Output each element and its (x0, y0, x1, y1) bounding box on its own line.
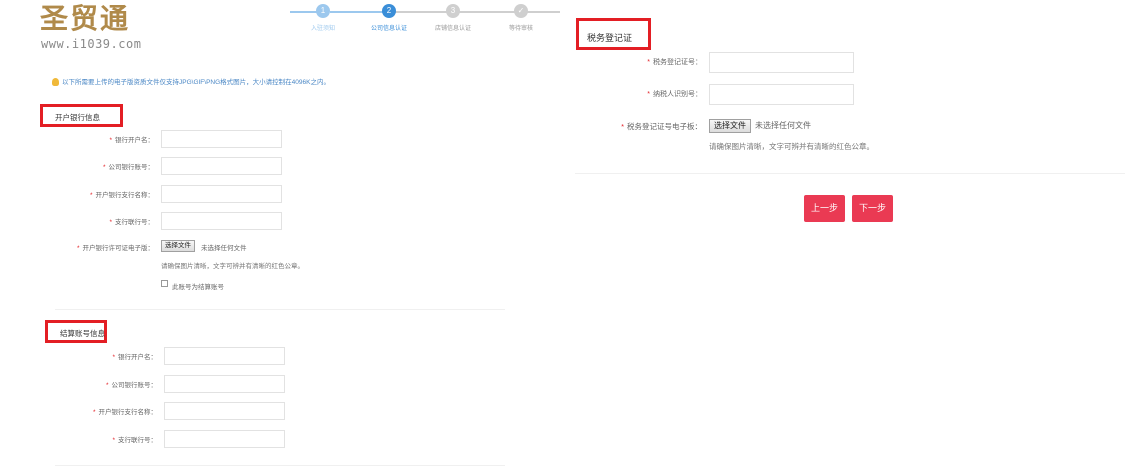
bank-section-title-highlight: 开户银行信息 (40, 104, 123, 127)
settle-branch-name-label: * 开户银行支行名称： (93, 406, 157, 416)
step-label: 公司信息认证 (370, 26, 407, 32)
settle-branch-name-input[interactable] (164, 402, 285, 420)
bank-license-hint: 请确保图片清晰，文字可辨并有清晰的红色公章。 (161, 263, 304, 270)
bank-account-name-label: * 银行开户名： (109, 134, 154, 144)
required-mark: * (112, 437, 115, 444)
field-label: 纳税人识别号： (653, 91, 702, 98)
tax-reg-number-input[interactable] (709, 52, 854, 73)
lightbulb-icon (52, 78, 59, 87)
right-panel: 税务登记证 * 税务登记证号： * 纳税人识别号： * 税务登记证号电子板： 选择文件… (570, 0, 1129, 475)
field-label: 开户银行许可证电子版： (82, 245, 155, 252)
notice-text: 以下所需要上传的电子版资质文件仅支持JPG\GIF\PNG格式图片，大小请控制在… (62, 79, 330, 86)
logo[interactable]: 圣贸通 www.i1039.com (40, 2, 160, 52)
required-mark: * (109, 219, 112, 226)
divider (575, 173, 1125, 174)
settle-account-name-input[interactable] (164, 347, 285, 365)
settle-company-account-input[interactable] (164, 375, 285, 393)
settle-account-name-row: * 银行开户名： (112, 347, 285, 365)
field-label: 银行开户名： (118, 354, 157, 361)
step-3: 3 店铺信息认证 (423, 4, 483, 32)
upload-notice: 以下所需要上传的电子版资质文件仅支持JPG\GIF\PNG格式图片，大小请控制在… (52, 76, 330, 87)
prev-step-button[interactable]: 上一步 (804, 195, 845, 222)
settlement-account-checkbox-label: 此账号为结算账号 (172, 284, 224, 291)
taxpayer-id-label: * 纳税人识别号： (647, 89, 702, 99)
required-mark: * (76, 245, 80, 252)
field-label: 公司银行账号： (108, 164, 155, 171)
required-mark: * (621, 122, 624, 131)
step-label: 入驻须知 (310, 26, 335, 32)
settlement-account-checkbox[interactable] (161, 280, 168, 287)
field-label: 银行开户名： (115, 137, 154, 144)
taxpayer-id-row: * 纳税人识别号： (647, 84, 854, 105)
settlement-section-title-highlight: 结算账号信息 (45, 320, 107, 343)
company-bank-account-row: * 公司银行账号： (103, 157, 282, 175)
required-mark: * (112, 354, 115, 361)
step-2: 2 公司信息认证 (359, 4, 419, 32)
bank-license-label: * 开户银行许可证电子版： (77, 242, 154, 252)
branch-code-label: * 支行联行号： (109, 216, 154, 226)
field-label: 开户银行支行名称： (95, 192, 155, 199)
next-step-button[interactable]: 下一步 (852, 195, 893, 222)
taxpayer-id-input[interactable] (709, 84, 854, 105)
bank-branch-name-row: * 开户银行支行名称： (90, 185, 282, 203)
step-1: 1 入驻须知 (293, 4, 353, 32)
bank-account-name-row: * 银行开户名： (109, 130, 282, 148)
settle-branch-code-row: * 支行联行号： (112, 430, 285, 448)
bank-license-file-status: 未选择任何文件 (201, 245, 247, 252)
company-bank-account-input[interactable] (161, 157, 282, 175)
step-dot: 1 (316, 4, 330, 18)
step-dot: ✓ (514, 4, 528, 18)
tax-cert-file-status: 未选择任何文件 (755, 121, 811, 130)
field-label: 开户银行支行名称： (98, 409, 158, 416)
divider (55, 465, 505, 466)
logo-url: www.i1039.com (41, 37, 142, 51)
step-dot: 3 (446, 4, 460, 18)
tax-cert-hint: 请确保图片清晰，文字可辨并有清晰的红色公章。 (709, 142, 874, 151)
logo-mark: 圣贸通 (40, 2, 131, 35)
bank-account-name-input[interactable] (161, 130, 282, 148)
tax-reg-number-row: * 税务登记证号： (647, 52, 854, 73)
required-mark: * (102, 164, 106, 171)
settle-account-name-label: * 银行开户名： (112, 351, 157, 361)
progress-stepper: 1 入驻须知 2 公司信息认证 3 店铺信息认证 ✓ 等待审核 (290, 4, 560, 32)
company-bank-account-label: * 公司银行账号： (103, 161, 154, 171)
settlement-section-title: 结算账号信息 (60, 329, 105, 338)
required-mark: * (647, 59, 650, 66)
field-label: 公司银行账号： (111, 382, 158, 389)
step-label: 等待审核 (508, 26, 533, 32)
tax-cert-choose-file-button[interactable]: 选择文件 (709, 119, 751, 133)
required-mark: * (647, 91, 650, 98)
field-label: 支行联行号： (115, 219, 154, 226)
field-label: 支行联行号： (118, 437, 157, 444)
settle-branch-name-row: * 开户银行支行名称： (93, 402, 285, 420)
branch-code-input[interactable] (161, 212, 282, 230)
tax-section-title: 税务登记证 (587, 33, 633, 43)
required-mark: * (92, 409, 96, 416)
bank-license-choose-file-button[interactable]: 选择文件 (161, 240, 195, 252)
step-4: ✓ 等待审核 (491, 4, 551, 32)
tax-section-title-highlight: 税务登记证 (576, 18, 651, 50)
step-label: 店铺信息认证 (434, 26, 471, 32)
settle-company-account-label: * 公司银行账号： (106, 379, 157, 389)
required-mark: * (105, 382, 109, 389)
tax-reg-number-label: * 税务登记证号： (647, 57, 702, 67)
divider (55, 309, 505, 310)
settle-branch-code-label: * 支行联行号： (112, 434, 157, 444)
settle-company-account-row: * 公司银行账号： (106, 375, 285, 393)
step-dot: 2 (382, 4, 396, 18)
branch-code-row: * 支行联行号： (109, 212, 282, 230)
bank-branch-name-input[interactable] (161, 185, 282, 203)
field-label: 税务登记证号： (653, 59, 702, 66)
settle-branch-code-input[interactable] (164, 430, 285, 448)
tax-cert-upload-label: * 税务登记证号电子板： (621, 121, 702, 132)
left-panel: 圣贸通 www.i1039.com 1 入驻须知 2 公司信息认证 3 店铺信息… (0, 0, 560, 475)
required-mark: * (109, 137, 112, 144)
field-label: 税务登记证号电子板： (627, 122, 702, 131)
bank-branch-name-label: * 开户银行支行名称： (90, 189, 154, 199)
required-mark: * (89, 192, 93, 199)
bank-section-title: 开户银行信息 (55, 113, 100, 122)
